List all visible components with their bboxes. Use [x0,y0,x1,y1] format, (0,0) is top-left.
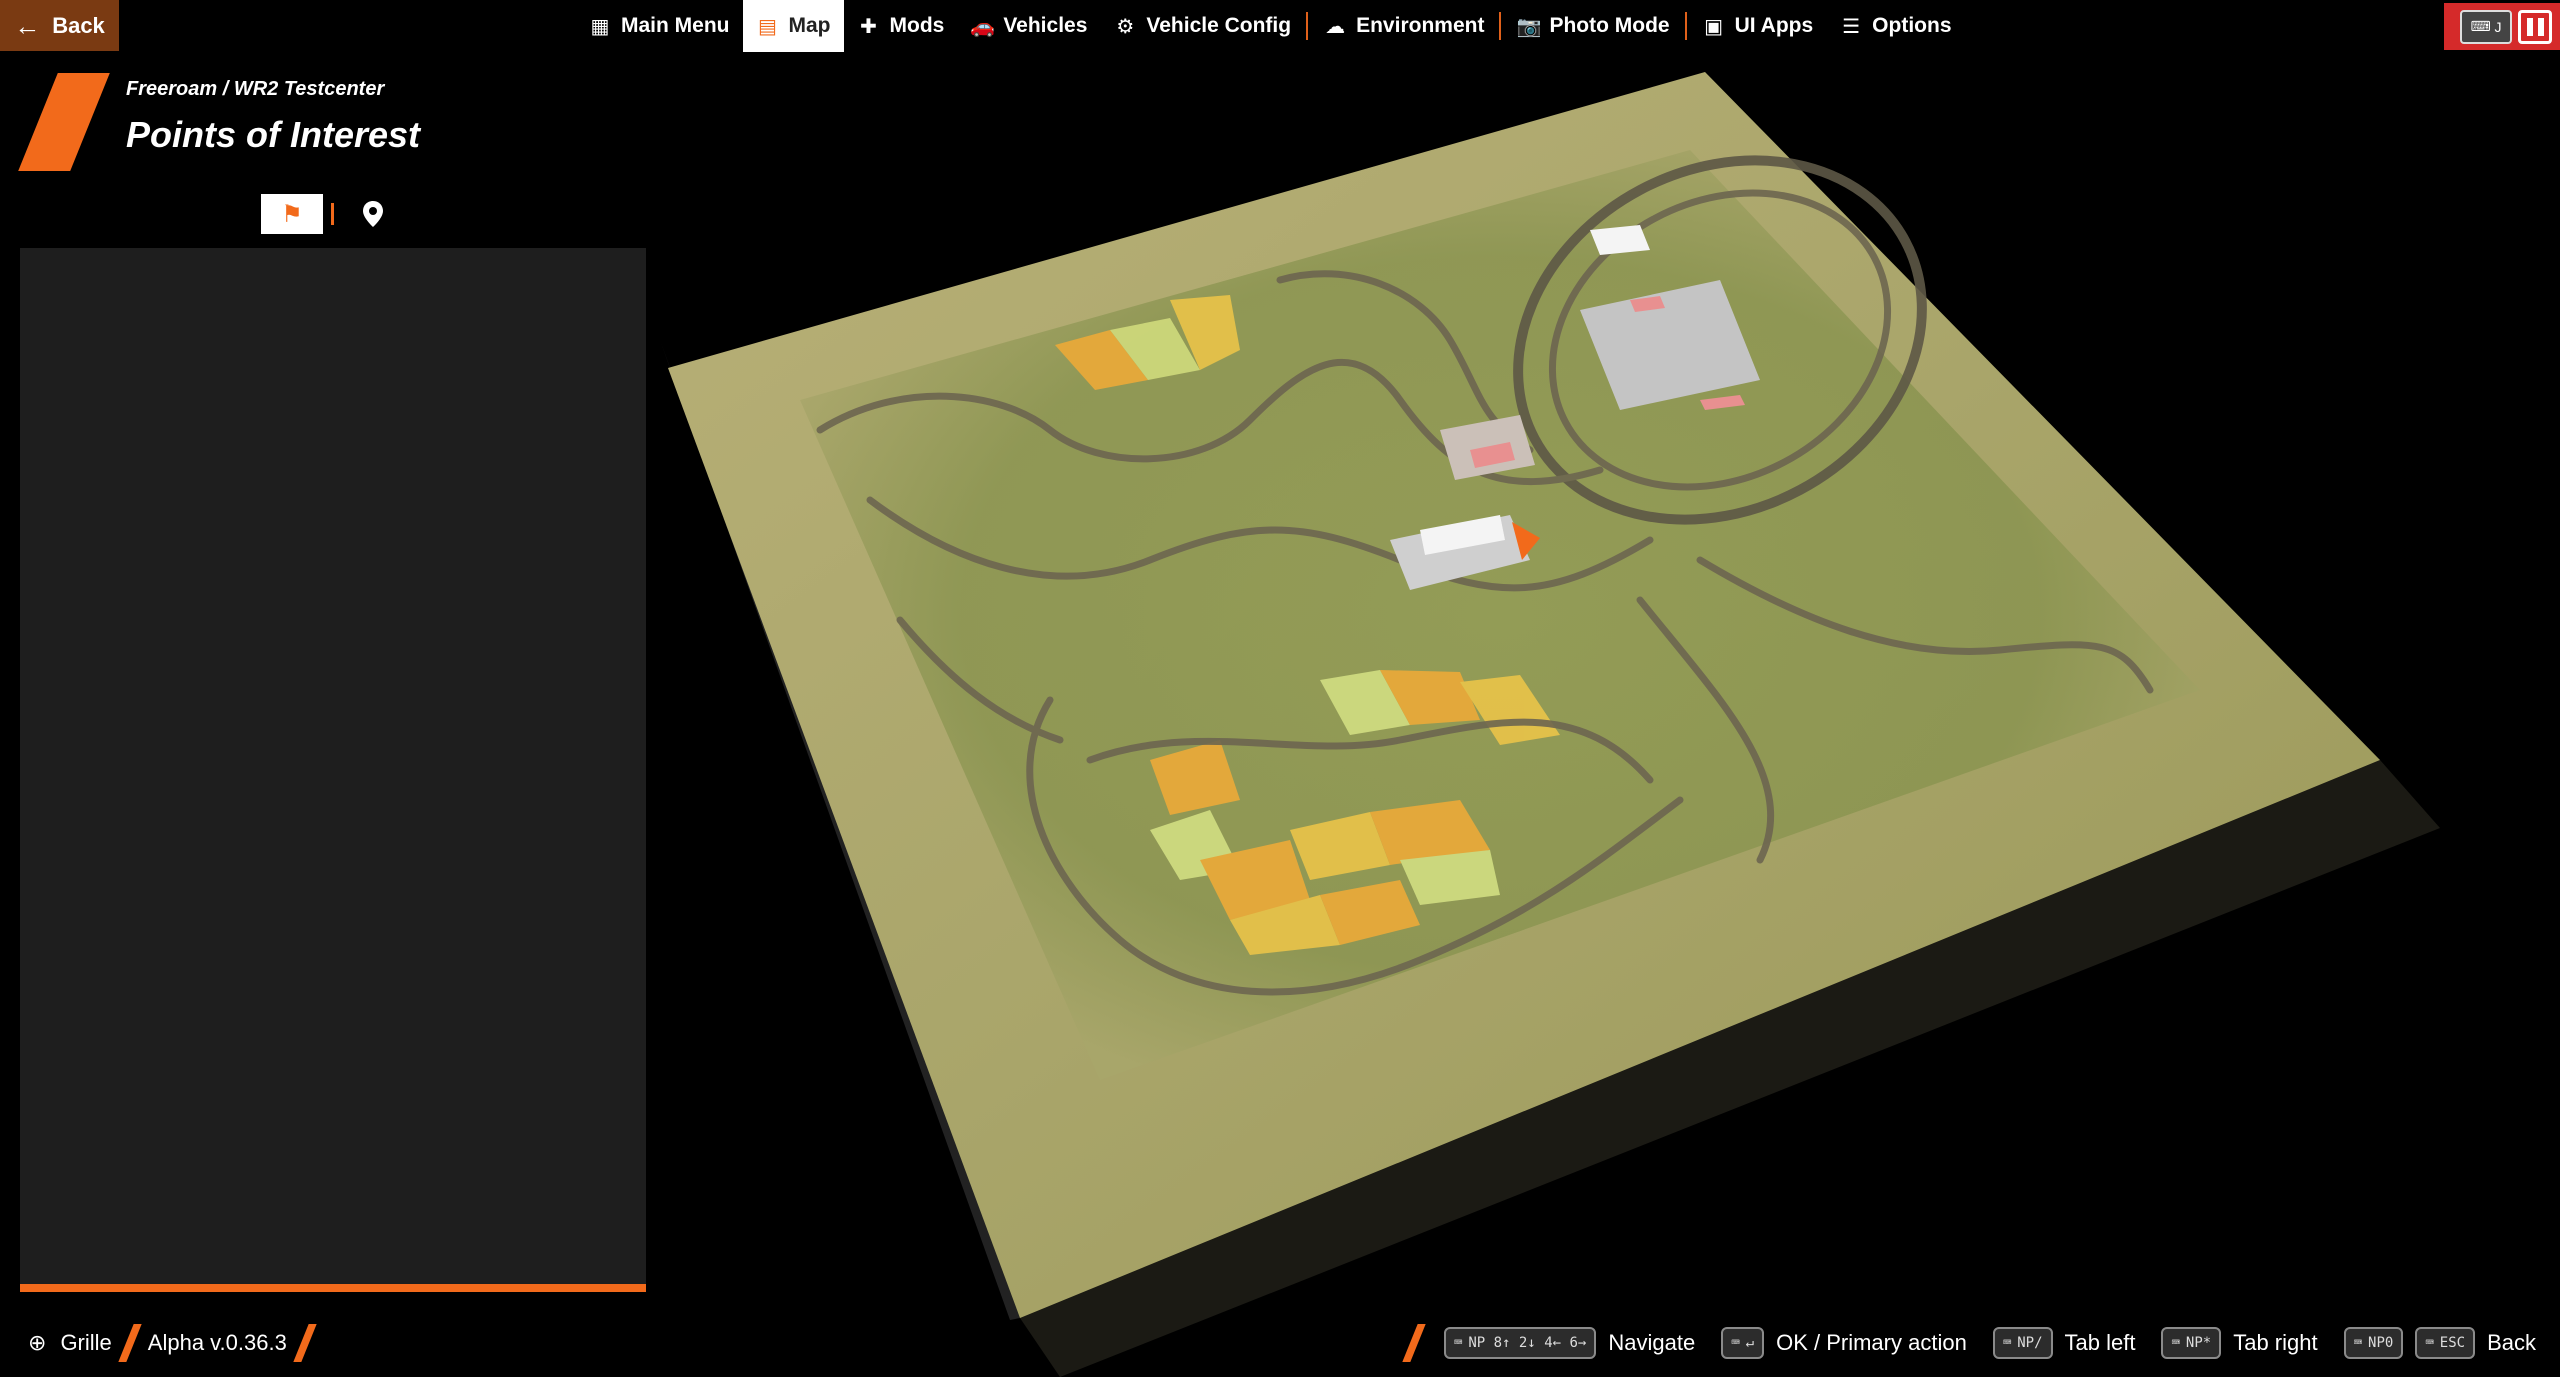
nav-label: Vehicle Config [1146,14,1292,37]
keyboard-icon: ⌨ [2171,1335,2180,1351]
divider-slash [1402,1324,1426,1362]
kbd-keys: NP0 [2368,1335,2394,1351]
car-icon: 🚗 [970,15,996,38]
grid-icon: ▦ [590,15,610,38]
accent-slash [18,73,110,171]
camera-icon: 📷 [1516,15,1542,38]
tab-flag[interactable]: ⚑ [261,194,323,234]
nav-main-menu[interactable]: ▦ Main Menu [575,0,743,52]
map-tracks [816,155,2154,996]
kbd-badge: ⌨ NP* [2161,1327,2222,1359]
map-buildings [1390,225,1760,590]
back-label: Back [52,12,105,38]
divider-slash [118,1324,142,1362]
input-hints: ⌨ NP 8↑ 2↓ 4← 6→ Navigate ⌨ ↵ OK / Primary… [1402,1323,2536,1363]
kbd-keys: NP/ [2017,1335,2043,1351]
field-patches [1055,295,1560,955]
weather-icon: ☁ [1325,15,1346,38]
keyboard-icon: ⌨ [2002,1335,2012,1351]
map-board [668,72,2380,1318]
nav-options[interactable]: ☰ Options [1826,0,1964,52]
map-inner-area [800,150,2200,1080]
pause-button[interactable] [2518,9,2552,44]
tab-divider [331,203,334,225]
hint-navigate: ⌨ NP 8↑ 2↓ 4← 6→ Navigate [1443,1327,1696,1359]
hint-tab-left: ⌨ NP/ Tab left [1992,1327,2136,1359]
keyboard-icon: ⌨ [1731,1335,1740,1351]
kbd-badge: ⌨ NP/ [1992,1327,2053,1359]
page-title: Points of Interest [126,114,421,155]
nav-divider [1684,12,1687,40]
nav-vehicles[interactable]: 🚗 Vehicles [957,0,1100,52]
nav-label: Photo Mode [1549,14,1670,37]
kbd-keys: ↵ [1745,1335,1755,1351]
map-edge-left [660,340,1020,1320]
arrow-left-icon: ← [14,10,41,41]
nav-environment[interactable]: ☁ Environment [1310,0,1497,52]
keyboard-icon: ⌨ [1453,1335,1463,1351]
nav-mods[interactable]: ✚ Mods [844,0,958,52]
engine-icon: ⚙ [1116,15,1135,38]
nav-label: Vehicles [1003,14,1088,37]
kbd-keys: NP 8↑ 2↓ 4← 6→ [1468,1335,1587,1351]
kbd-badge: ⌨ NP 8↑ 2↓ 4← 6→ [1443,1327,1597,1359]
status-bar: ⊕ Grille Alpha v.0.36.3 [28,1323,317,1363]
keyboard-icon: ⌨ [2425,1335,2434,1351]
pause-area: ⌨ J [2444,3,2560,50]
hint-label: Tab left [2064,1330,2136,1355]
nav-label: UI Apps [1734,14,1814,37]
map-icon: ▤ [758,15,777,38]
keyboard-icon: ⌨ [2470,18,2495,34]
hint-tab-right: ⌨ NP* Tab right [2161,1327,2318,1359]
nav-divider [1499,12,1502,40]
nav-photo-mode[interactable]: 📷 Photo Mode [1503,0,1682,52]
hint-ok: ⌨ ↵ OK / Primary action [1721,1327,1967,1359]
globe-icon: ⊕ [28,1330,47,1355]
nav-divider [1306,12,1309,40]
kbd-keys: NP* [2185,1335,2212,1351]
keyboard-icon: ⌨ [2353,1335,2363,1351]
breadcrumb: Freeroam / WR2 Testcenter [126,78,385,100]
game-ui-root: { "topbar": { "back_label": "Back", "nav… [0,0,2560,1377]
keyboard-j-hint: ⌨ J [2460,9,2512,44]
kbd-keys: ESC [2439,1335,2466,1351]
pause-bar [2537,17,2544,36]
divider-slash [293,1324,317,1362]
hint-label: Back [2487,1330,2536,1355]
tab-pin[interactable] [342,194,404,234]
kbd-badge: ⌨ NP0 [2343,1327,2404,1359]
poi-mode-tabs: ⚑ [261,194,404,234]
nav-vehicle-config[interactable]: ⚙ Vehicle Config [1100,0,1304,52]
hint-label: OK / Primary action [1776,1330,1967,1355]
back-button[interactable]: ← Back [0,0,119,51]
nav-map[interactable]: ▤ Map [742,0,844,52]
hint-label: Tab right [2233,1330,2318,1355]
nav-label: Options [1872,14,1952,37]
kbd-j-label: J [2494,18,2502,35]
apps-icon: ▣ [1704,15,1724,38]
version-label: Alpha v.0.36.3 [147,1330,287,1355]
hint-back: ⌨ NP0 ⌨ ESC Back [2343,1327,2536,1359]
main-navigation: ▦ Main Menu ▤ Map ✚ Mods 🚗 Vehicles ⚙ Ve… [575,0,1965,52]
hint-label: Navigate [1608,1330,1696,1355]
pin-icon [363,201,383,227]
flag-icon: ⚑ [281,200,303,228]
poi-list-panel[interactable] [20,248,646,1292]
nav-ui-apps[interactable]: ▣ UI Apps [1689,0,1827,52]
map-edge-shadow [1020,760,2440,1377]
user-name: Grille [60,1330,112,1355]
nav-label: Main Menu [621,14,730,37]
sliders-icon: ☰ [1842,15,1861,38]
nav-label: Mods [889,14,945,37]
kbd-badge: ⌨ ↵ [1721,1327,1765,1359]
puzzle-icon: ✚ [860,15,877,38]
nav-label: Environment [1356,14,1485,37]
pause-bar [2526,17,2533,36]
nav-label: Map [788,14,831,37]
kbd-badge: ⌨ ESC [2415,1327,2476,1359]
player-marker [1512,522,1540,560]
